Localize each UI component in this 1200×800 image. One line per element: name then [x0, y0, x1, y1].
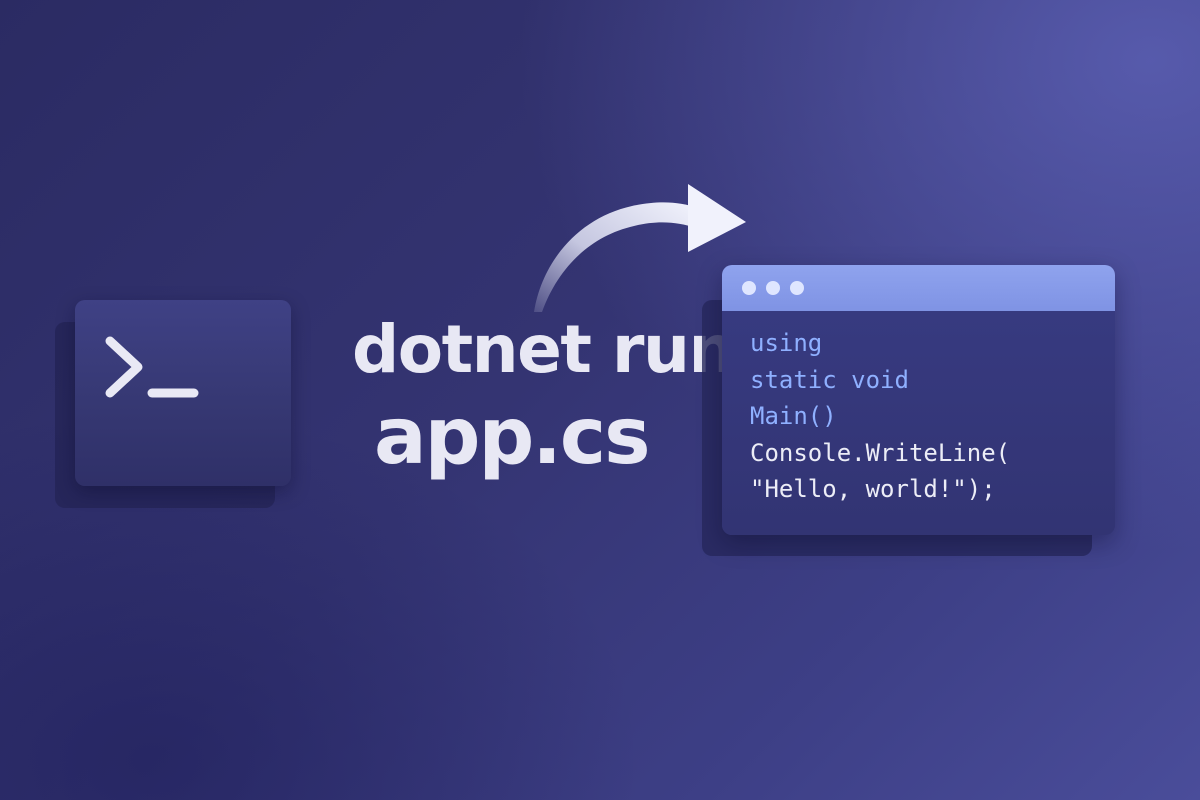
command-text-line1: dotnet run [352, 311, 735, 388]
command-text-line2: app.cs [374, 392, 651, 482]
hero-scene: dotnet run app.cs using static void Main()… [0, 0, 1200, 800]
code-block: using static void Main() Console.WriteLine(… [750, 325, 1010, 508]
window-dot-icon [790, 281, 804, 295]
code-line: Main() [750, 402, 837, 430]
code-line: "Hello, world!"); [750, 475, 996, 503]
code-line: static void [750, 365, 909, 394]
window-dot-icon [766, 281, 780, 295]
code-line: using [750, 329, 823, 357]
code-line: Console.WriteLine( [750, 438, 1011, 467]
terminal-prompt-icon [105, 336, 199, 398]
code-window: using static void Main() Console.WriteLine(… [722, 265, 1115, 535]
window-dot-icon [742, 281, 756, 295]
code-window-titlebar [722, 265, 1115, 311]
